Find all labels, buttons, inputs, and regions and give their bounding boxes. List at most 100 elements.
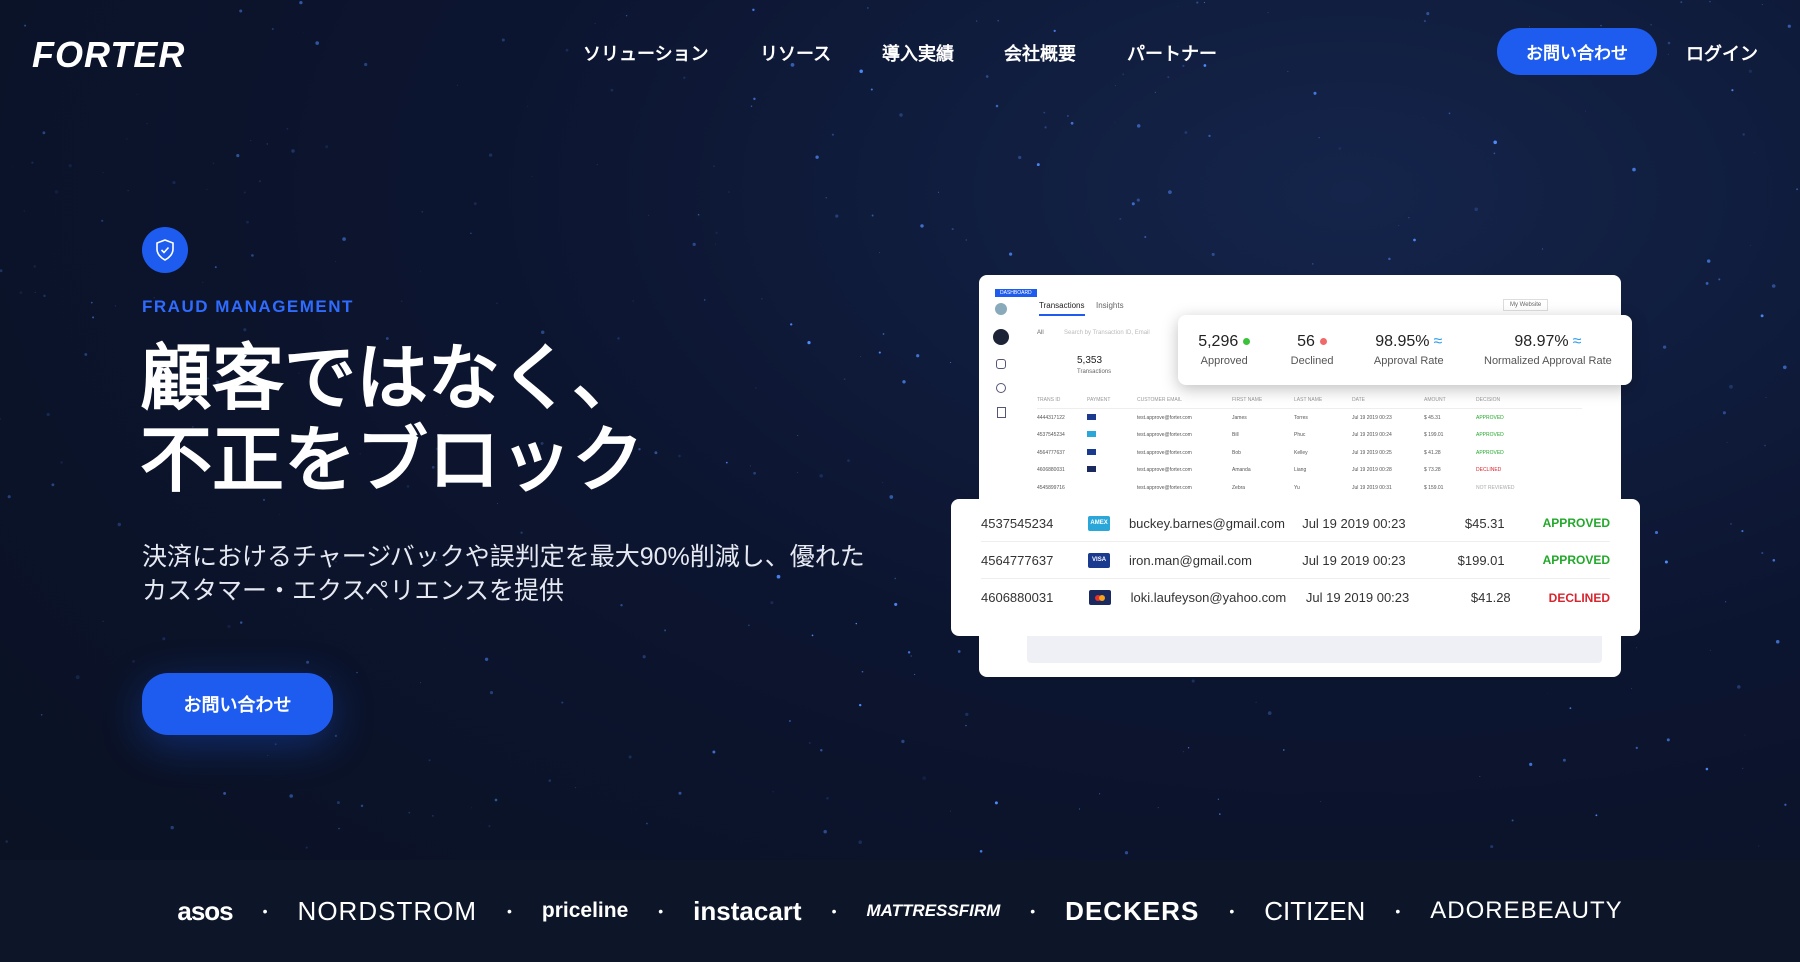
star — [1413, 238, 1416, 242]
star — [1124, 851, 1129, 855]
star — [540, 330, 545, 334]
table-cell: 4537545234 — [1037, 432, 1065, 439]
star — [114, 305, 117, 307]
star — [90, 301, 93, 304]
column-header: LAST NAME — [1294, 396, 1323, 403]
star — [356, 671, 358, 674]
transactions-icon — [993, 329, 1009, 345]
star — [31, 161, 34, 164]
nav-resources[interactable]: リソース — [760, 40, 831, 66]
star — [1705, 767, 1709, 771]
star — [1744, 734, 1746, 736]
stat-item: 98.97% ≈ Normalized Approval Rate — [1484, 333, 1612, 367]
table-row: 4606880031 test.approve@forter.com Amanda L… — [1037, 462, 1582, 480]
star — [1784, 803, 1787, 806]
star — [858, 703, 862, 707]
stat-value: 98.95% — [1375, 333, 1430, 350]
star — [336, 801, 340, 805]
table-cell: $ 199.01 — [1424, 432, 1444, 439]
star — [826, 796, 829, 800]
star — [34, 291, 36, 293]
table-cell: APPROVED — [1476, 432, 1504, 439]
star — [1569, 707, 1572, 710]
star — [496, 302, 498, 305]
site-select: My Website — [1503, 299, 1549, 311]
status-dot-icon — [1319, 338, 1327, 346]
nav-case-studies[interactable]: 導入実績 — [882, 40, 954, 66]
separator-dot: • — [658, 903, 664, 919]
nav-solutions[interactable]: ソリューション — [583, 40, 709, 66]
table-row: 4444317122 test.approve@forter.com James To… — [1037, 409, 1582, 427]
star — [811, 634, 814, 637]
star — [1318, 137, 1320, 139]
star — [889, 495, 894, 499]
star — [126, 138, 128, 140]
star — [1217, 798, 1219, 800]
column-header: AMOUNT — [1424, 396, 1446, 403]
star — [101, 219, 104, 222]
star — [790, 323, 793, 326]
table-cell: Kelley — [1294, 449, 1308, 456]
star — [1131, 202, 1135, 206]
star — [1760, 314, 1764, 318]
star — [747, 624, 750, 627]
login-link[interactable]: ログイン — [1686, 40, 1758, 66]
star — [1426, 12, 1430, 16]
fingerprint-icon — [995, 303, 1007, 315]
star — [127, 190, 129, 192]
star — [33, 265, 36, 268]
star — [855, 622, 858, 625]
transaction-amount: $45.31 — [1464, 515, 1505, 531]
star — [922, 776, 927, 780]
visa-card-icon: VISA — [1088, 552, 1111, 568]
star — [335, 261, 336, 262]
star — [531, 176, 533, 178]
transaction-id: 4564777637 — [981, 552, 1054, 568]
table-cell: Liang — [1294, 467, 1307, 474]
stat-label: Approved — [1200, 355, 1248, 367]
star — [678, 791, 682, 795]
hero-title-line: 顧客ではなく、 — [140, 339, 645, 419]
star — [1542, 248, 1544, 250]
nav-company[interactable]: 会社概要 — [1004, 40, 1076, 66]
star — [1741, 530, 1744, 533]
table-cell: Bill — [1232, 432, 1239, 439]
forter-logo[interactable]: FORTER — [32, 34, 185, 76]
hero-contact-button[interactable]: お問い合わせ — [142, 673, 333, 735]
star — [40, 714, 43, 716]
star — [7, 495, 11, 499]
star — [1067, 115, 1069, 117]
star — [496, 502, 498, 505]
star — [753, 97, 756, 101]
column-header: TRANS ID — [1037, 396, 1061, 403]
tab-insights: Insights — [1096, 301, 1124, 310]
star — [1742, 767, 1744, 770]
separator-dot: • — [1030, 903, 1036, 919]
star — [251, 254, 254, 257]
star — [46, 412, 50, 417]
star — [902, 380, 906, 384]
star — [1635, 746, 1638, 750]
star — [1724, 601, 1727, 603]
star — [473, 202, 477, 206]
star — [950, 810, 952, 812]
star — [1267, 12, 1269, 14]
star — [325, 145, 329, 149]
nav-partners[interactable]: パートナー — [1127, 40, 1217, 66]
separator-dot: • — [1229, 903, 1235, 919]
star — [408, 811, 411, 814]
star — [484, 657, 489, 661]
table-cell: Amanda — [1232, 467, 1251, 474]
star — [1730, 523, 1732, 525]
star — [1282, 749, 1285, 751]
star — [1742, 133, 1745, 136]
star — [102, 172, 104, 174]
star — [274, 743, 277, 746]
star — [1114, 122, 1116, 123]
table-cell: NOT REVIEWED — [1476, 484, 1515, 491]
star — [697, 213, 700, 216]
status-dot-icon — [1243, 338, 1251, 346]
header-contact-button[interactable]: お問い合わせ — [1497, 28, 1657, 75]
star — [489, 691, 494, 695]
star — [299, 0, 303, 5]
